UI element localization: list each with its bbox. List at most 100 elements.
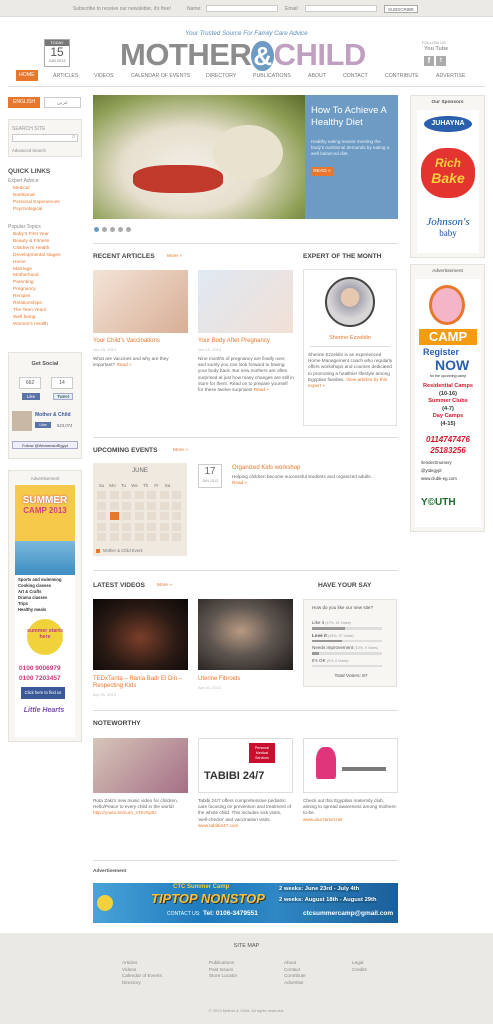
link-personal[interactable]: Personal Experiences (13, 200, 60, 207)
calendar-day-cell[interactable] (159, 533, 169, 541)
noteworthy-link[interactable]: http://youtu.be/cum_VOUGptU (93, 810, 157, 815)
article-title[interactable]: Your Child's Vaccinations (93, 338, 160, 344)
noteworthy-link[interactable]: www.tabibi247.com (198, 823, 238, 828)
calendar-day-cell[interactable] (147, 522, 156, 531)
site-logo[interactable]: MOTHER&CHILD (120, 37, 375, 72)
search-icon[interactable]: ⌕ (72, 134, 75, 141)
video-title[interactable]: Uterine Fibroids (198, 676, 240, 682)
footer-link[interactable]: Credits (352, 967, 367, 974)
calendar-day-cell[interactable] (172, 533, 181, 541)
slider-dot-active[interactable] (94, 227, 99, 232)
nav-advertise[interactable]: ADVERTISE (436, 73, 465, 79)
calendar-day-cell[interactable] (97, 512, 106, 520)
name-input[interactable] (206, 5, 278, 12)
calendar-day-cell[interactable] (109, 533, 119, 541)
video-thumb-fibroids[interactable] (198, 599, 293, 670)
juhayna-logo[interactable]: JUHAYNA (424, 116, 472, 132)
calendar-day-cell[interactable] (147, 533, 156, 541)
event-read-link[interactable]: Read » (232, 480, 247, 485)
nav-publications[interactable]: PUBLICATIONS (253, 73, 291, 79)
calendar-day-cell[interactable] (97, 533, 106, 541)
calendar-day-cell[interactable] (122, 501, 131, 510)
footer-link[interactable]: Store Locator (209, 973, 237, 980)
topic-link[interactable]: Relationships (13, 301, 60, 308)
calendar-day-cell[interactable] (134, 533, 144, 541)
calendar-day-cell[interactable] (109, 501, 119, 510)
lang-arabic[interactable]: عربي (44, 97, 81, 108)
nav-about[interactable]: ABOUT (308, 73, 326, 79)
summer-camp-ad[interactable]: SUMMER CAMP 2013 Sports and swimming Coo… (15, 485, 75, 737)
facebook-icon[interactable]: f (424, 56, 434, 66)
calendar-day-cell[interactable] (147, 512, 156, 520)
read-more-link[interactable]: Read » (254, 387, 269, 392)
read-more-link[interactable]: Read » (116, 362, 131, 367)
video-thumb-tedx[interactable] (93, 599, 188, 670)
calendar-day-cell[interactable] (172, 512, 181, 520)
calendar-day-cell[interactable] (159, 522, 169, 531)
events-more-link[interactable]: More » (173, 448, 188, 453)
fb-page-name[interactable]: Mother & Child (35, 412, 71, 418)
calendar-day-cell[interactable] (147, 491, 156, 499)
link-psychological[interactable]: Psychological (13, 207, 60, 214)
youtube-icon[interactable]: You Tube (424, 46, 448, 52)
subscribe-button[interactable]: SUBSCRIBE (384, 5, 418, 13)
tweet-button[interactable]: Tweet (53, 393, 73, 400)
topic-link[interactable]: Home (13, 260, 60, 267)
noteworthy-image-tabibi[interactable]: Personal Medical Services TABIBI 24/7 (198, 738, 293, 793)
topic-link[interactable]: Well being (13, 315, 60, 322)
calendar-day-cell[interactable] (97, 522, 106, 531)
camp-ad[interactable]: CAMP Register NOW for the upcoming camp … (415, 279, 481, 527)
twitter-icon[interactable]: t (436, 56, 446, 66)
nav-videos[interactable]: VIDEOS (94, 73, 114, 79)
nav-directory[interactable]: DIRECTORY (206, 73, 236, 79)
calendar-day-cell[interactable] (134, 522, 144, 531)
calendar-day-cell[interactable] (122, 491, 131, 499)
calendar-day-cell[interactable] (147, 501, 156, 510)
calendar-day-cell[interactable] (172, 501, 181, 510)
fb-like-button[interactable]: Like (22, 393, 40, 400)
topic-link[interactable]: Baby's First Year (13, 232, 60, 239)
fb-page-like-button[interactable]: Like (35, 422, 51, 428)
nav-calendar[interactable]: CALENDAR OF EVENTS (131, 73, 190, 79)
slider-dot[interactable] (118, 227, 123, 232)
calendar-day-cell[interactable] (159, 512, 169, 520)
calendar-day-cell[interactable] (122, 533, 131, 541)
article-title[interactable]: Your Body After Pregnancy (198, 338, 270, 344)
footer-link[interactable]: Directory (122, 980, 162, 987)
nav-contact[interactable]: CONTACT (343, 73, 368, 79)
calendar-day-cell[interactable] (172, 491, 181, 499)
search-input[interactable] (12, 134, 78, 142)
noteworthy-image-ana7amel[interactable] (303, 738, 398, 793)
article-image-vaccination[interactable] (93, 270, 188, 333)
video-title[interactable]: TEDxTanta – Rania Badr El Din – Respecti… (93, 676, 189, 690)
link-nutritional[interactable]: Nutritional (13, 193, 60, 200)
calendar-day-cell[interactable] (109, 512, 119, 520)
richbake-logo[interactable]: Rich Bake (421, 148, 475, 198)
calendar-day-cell[interactable] (97, 491, 106, 499)
hero-read-button[interactable]: READ » (311, 167, 333, 176)
recent-more-link[interactable]: More » (167, 254, 182, 259)
advanced-search-link[interactable]: Advanced Search (12, 148, 46, 153)
footer-link[interactable]: Contribute (284, 973, 306, 980)
lang-english[interactable]: ENGLISH (8, 97, 40, 108)
nav-contribute[interactable]: CONTRIBUTE (385, 73, 419, 79)
johnsons-logo[interactable]: Johnson's baby (419, 216, 477, 238)
topic-link[interactable]: Children's Health (13, 246, 60, 253)
calendar-day-cell[interactable] (109, 491, 119, 499)
calendar-day-cell[interactable] (109, 522, 119, 531)
topic-link[interactable]: Women's Health (13, 322, 60, 329)
footer-link[interactable]: Publications (209, 960, 237, 967)
calendar-day-cell[interactable] (159, 491, 169, 499)
nav-articles[interactable]: ARTICLES (53, 73, 78, 79)
topic-link[interactable]: Developmental stages (13, 253, 60, 260)
slider-dot[interactable] (102, 227, 107, 232)
topic-link[interactable]: The Teen Years (13, 308, 60, 315)
slider-dot[interactable] (110, 227, 115, 232)
hero-slider[interactable]: How To Achieve A Healthy Diet Healthy ea… (93, 95, 398, 219)
footer-link[interactable]: Advertise (284, 980, 306, 987)
calendar-day-cell[interactable] (122, 512, 131, 520)
footer-link[interactable]: Calendar of Events (122, 973, 162, 980)
email-input[interactable] (305, 5, 377, 12)
noteworthy-link[interactable]: www.ana7amel.net (303, 817, 343, 822)
calendar-day-cell[interactable] (159, 501, 169, 510)
